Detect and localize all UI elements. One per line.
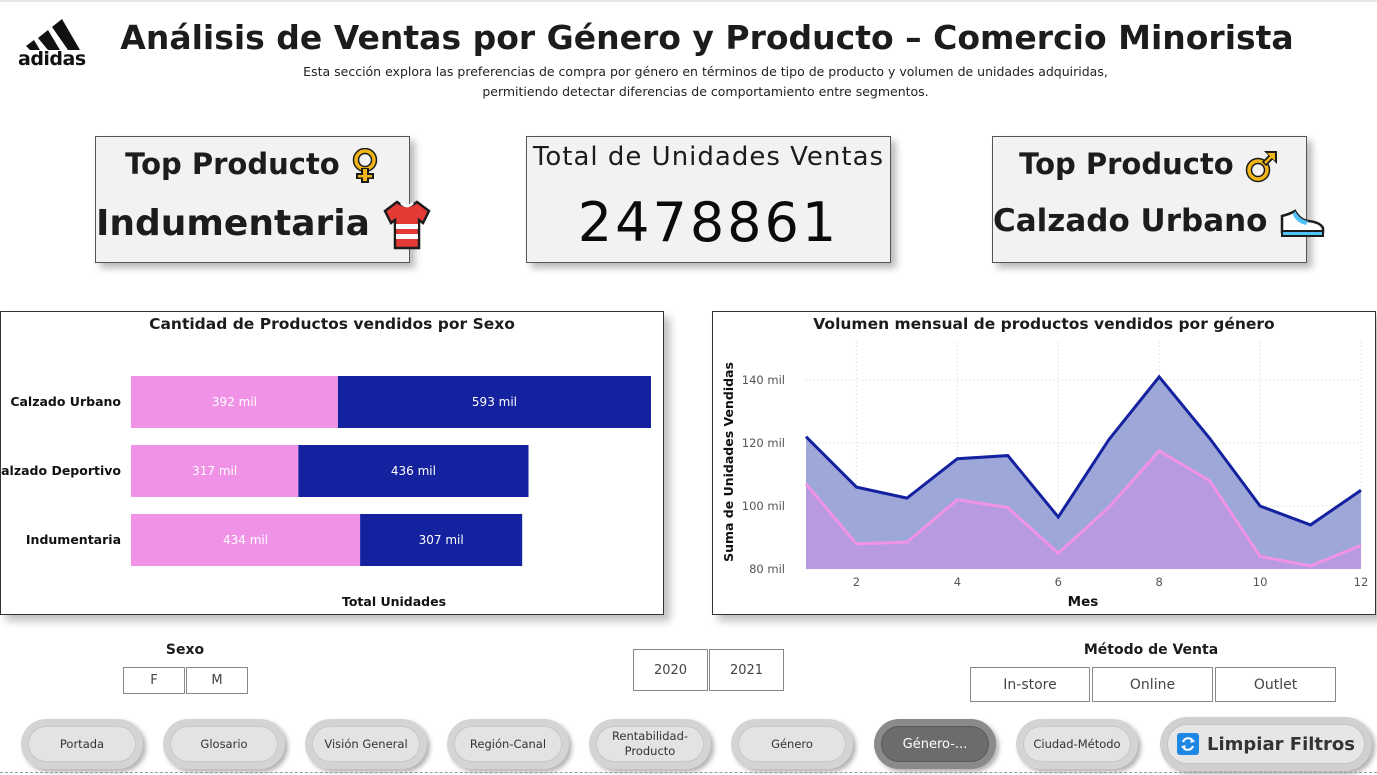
year-option-2021[interactable]: 2021 <box>709 649 784 691</box>
area-x-axis-label: Mes <box>1068 594 1099 610</box>
female-top-label-row: Top Producto <box>96 147 409 184</box>
dashboard-page: adidas Análisis de Ventas por Género y P… <box>0 0 1377 775</box>
area-x-tick-label: 4 <box>954 575 961 589</box>
area-y-tick-label: 80 mil <box>749 562 785 576</box>
bar-female-data-label: 317 mil <box>192 464 237 478</box>
metodo-option-instore[interactable]: In-store <box>970 667 1090 702</box>
sexo-option-m[interactable]: M <box>186 667 248 694</box>
area-x-tick-label: 8 <box>1156 575 1163 589</box>
nav-ciudad-metodo[interactable]: Ciudad-Método <box>1016 719 1138 769</box>
bottom-divider <box>0 772 1377 773</box>
male-symbol-icon <box>1245 150 1277 183</box>
nav-glosario-label: Glosario <box>170 726 278 762</box>
nav-portada-label: Portada <box>28 726 136 762</box>
page-subtitle: Esta sección explora las preferencias de… <box>0 62 1377 102</box>
nav-portada[interactable]: Portada <box>21 719 143 769</box>
area-y-tick-label: 120 mil <box>742 436 785 450</box>
nav-rentabilidad-producto[interactable]: Rentabilidad-Producto <box>589 719 711 769</box>
nav-glosario[interactable]: Glosario <box>163 719 285 769</box>
female-top-product-card: Top Producto Indumentaria <box>95 136 432 263</box>
refresh-icon <box>1177 733 1200 755</box>
shirt-icon <box>383 200 432 250</box>
male-top-label: Top Producto <box>1019 147 1234 181</box>
nav-region-canal[interactable]: Región-Canal <box>447 719 569 769</box>
area-y-tick-label: 100 mil <box>742 499 785 513</box>
female-top-label: Top Producto <box>125 147 340 181</box>
total-units-card: Total de Unidades Ventas 2478861 <box>526 136 891 263</box>
female-top-value-row: Indumentaria <box>96 199 432 251</box>
area-x-tick-label: 12 <box>1354 575 1369 589</box>
area-x-tick-label: 2 <box>853 575 860 589</box>
top-divider <box>0 0 1377 2</box>
total-units-value: 2478861 <box>577 191 840 254</box>
bar-female-data-label: 434 mil <box>223 533 268 547</box>
clear-filters-label: Limpiar Filtros <box>1207 733 1355 755</box>
metodo-option-outlet[interactable]: Outlet <box>1215 667 1336 702</box>
male-top-label-row: Top Producto <box>993 147 1306 184</box>
nav-genero-label: Género <box>738 726 846 762</box>
clear-filters-button[interactable]: Limpiar Filtros <box>1160 717 1372 771</box>
clear-filters-inner: Limpiar Filtros <box>1167 724 1365 764</box>
nav-region-canal-label: Región-Canal <box>454 726 562 762</box>
nav-genero[interactable]: Género <box>731 719 853 769</box>
bar-category-label: Calzado Deportivo <box>1 463 121 478</box>
bar-chart-panel: Cantidad de Productos vendidos por Sexo … <box>0 311 664 615</box>
bar-male-data-label: 593 mil <box>472 395 517 409</box>
nav-vision-general[interactable]: Visión General <box>305 719 427 769</box>
metodo-option-online[interactable]: Online <box>1092 667 1213 702</box>
nav-ciudad-metodo-label: Ciudad-Método <box>1023 726 1131 762</box>
bar-category-label: Calzado Urbano <box>10 394 121 409</box>
bar-x-axis-label: Total Unidades <box>342 594 446 609</box>
bar-female-data-label: 392 mil <box>212 395 257 409</box>
sexo-option-f[interactable]: F <box>123 667 185 694</box>
metodo-slicer-title: Método de Venta <box>1083 642 1219 658</box>
area-chart-panel: Volumen mensual de productos vendidos po… <box>712 311 1376 615</box>
subtitle-line-2: permitiendo detectar diferencias de comp… <box>482 84 929 99</box>
area-y-tick-label: 140 mil <box>742 373 785 387</box>
area-x-tick-label: 10 <box>1253 575 1268 589</box>
bar-chart: Calzado Urbano 392 mil 593 mil Calzado Depo… <box>1 376 651 609</box>
area-x-tick-label: 6 <box>1055 575 1062 589</box>
total-units-label: Total de Unidades Ventas <box>532 142 885 172</box>
nav-genero-active[interactable]: Género-... <box>874 719 996 769</box>
female-symbol-icon <box>352 148 378 183</box>
page-title: Análisis de Ventas por Género y Producto… <box>120 18 1294 57</box>
sexo-slicer-title: Sexo <box>165 642 205 658</box>
nav-genero-active-label: Género-... <box>881 726 989 762</box>
bar-male-data-label: 436 mil <box>391 464 436 478</box>
male-top-value: Calzado Urbano <box>993 203 1268 239</box>
sneaker-icon <box>1281 208 1325 237</box>
bar-category-label: Indumentaria <box>26 532 121 547</box>
year-option-2020[interactable]: 2020 <box>633 649 708 691</box>
nav-rentabilidad-producto-label: Rentabilidad-Producto <box>596 726 704 762</box>
area-y-axis-label: Suma de Unidades Vendidas <box>721 362 736 562</box>
male-top-value-row: Calzado Urbano <box>993 203 1325 239</box>
area-chart: 80 mil 100 mil 120 mil 140 mil 2 4 6 8 10 12 Suma … <box>721 342 1369 610</box>
male-top-product-card: Top Producto Calzado Urbano <box>992 136 1325 263</box>
subtitle-line-1: Esta sección explora las preferencias de… <box>303 64 1108 79</box>
bar-male-data-label: 307 mil <box>419 533 464 547</box>
nav-vision-general-label: Visión General <box>312 726 420 762</box>
female-top-value: Indumentaria <box>96 203 370 244</box>
